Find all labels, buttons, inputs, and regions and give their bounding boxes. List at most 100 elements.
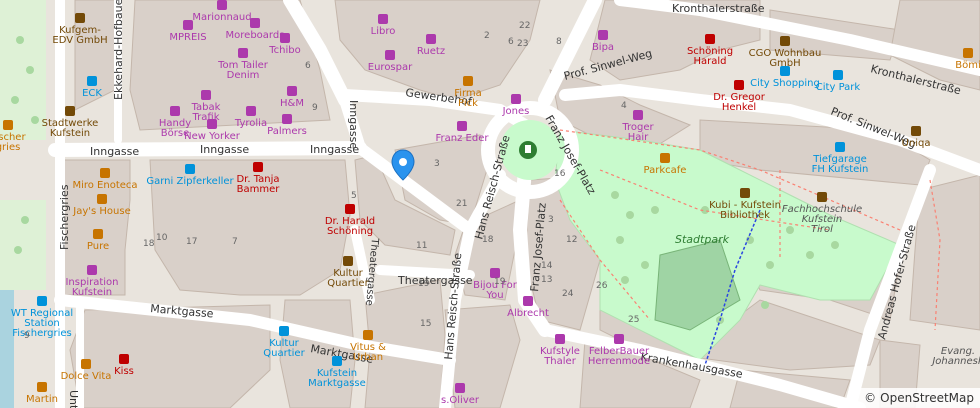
poi-label[interactable]: Dr. Tanja Bammer	[236, 174, 280, 195]
food-icon[interactable]	[81, 359, 91, 369]
shop-icon[interactable]	[201, 90, 211, 100]
shop-icon[interactable]	[170, 106, 180, 116]
poi-label[interactable]: Kufstyle Thaler	[540, 346, 580, 367]
shop-icon[interactable]	[457, 121, 467, 131]
poi-label[interactable]: Dolce Vita	[61, 371, 112, 382]
poi-label[interactable]: Firma Pick	[454, 88, 482, 109]
monument-icon-inner	[525, 145, 531, 153]
shop-icon[interactable]	[250, 18, 260, 28]
poi-label[interactable]: Jones	[502, 106, 530, 117]
amenity-icon[interactable]	[740, 188, 750, 198]
shop-icon[interactable]	[280, 33, 290, 43]
transport-icon[interactable]	[835, 142, 845, 152]
poi-label[interactable]: Bömi	[955, 60, 980, 71]
poi-label[interactable]: Kiss	[114, 366, 134, 377]
shop-icon[interactable]	[426, 34, 436, 44]
transport-icon[interactable]	[185, 164, 195, 174]
poi-label[interactable]: Vitus & Urban	[350, 342, 386, 363]
poi-label[interactable]: Marionnaud	[192, 12, 251, 23]
poi-label[interactable]: Miro Enoteca	[72, 180, 137, 191]
shop-icon[interactable]	[282, 114, 292, 124]
transport-icon[interactable]	[37, 296, 47, 306]
transport-icon[interactable]	[332, 356, 342, 366]
health-icon[interactable]	[253, 162, 263, 172]
attribution[interactable]: © OpenStreetMap	[858, 388, 980, 408]
shop-icon[interactable]	[633, 110, 643, 120]
poi-label[interactable]: Stadtpark	[675, 233, 730, 246]
poi-label[interactable]: City Park	[816, 82, 861, 93]
shop-icon[interactable]	[385, 50, 395, 60]
shop-icon[interactable]	[217, 0, 227, 10]
poi-label[interactable]: Bipa	[592, 42, 614, 53]
shop-icon[interactable]	[555, 334, 565, 344]
poi-label[interactable]: Martin	[26, 394, 58, 405]
poi-label[interactable]: Stadtwerke Kufstein	[42, 118, 99, 139]
poi-label[interactable]: H&M	[280, 98, 304, 109]
amenity-icon[interactable]	[780, 36, 790, 46]
poi-label[interactable]: Tyrolia	[234, 118, 267, 129]
amenity-icon[interactable]	[65, 106, 75, 116]
map-canvas[interactable]: Inngasse Inngasse Inngasse Inngasse Gewe…	[0, 0, 980, 408]
poi-label[interactable]: New Yorker	[184, 131, 241, 142]
transport-icon[interactable]	[279, 326, 289, 336]
food-icon[interactable]	[97, 194, 107, 204]
poi-label[interactable]: Franz Eder	[436, 133, 490, 144]
poi-label[interactable]: Dr. Harald Schöning	[325, 216, 375, 237]
food-icon[interactable]	[463, 76, 473, 86]
poi-label[interactable]: Uniqa	[902, 138, 931, 149]
food-icon[interactable]	[93, 229, 103, 239]
poi-label[interactable]: MPREIS	[169, 32, 206, 43]
amenity-icon[interactable]	[75, 13, 85, 23]
shop-icon[interactable]	[238, 48, 248, 58]
transport-icon[interactable]	[780, 66, 790, 76]
map-view[interactable]: Inngasse Inngasse Inngasse Inngasse Gewe…	[0, 0, 980, 408]
poi-label[interactable]: Parkcafe	[644, 165, 687, 176]
house-number: 15	[420, 319, 431, 329]
poi-label[interactable]: Tiefgarage FH Kufstein	[812, 154, 869, 175]
poi-label[interactable]: Kufgem-EDV GmbH	[52, 25, 107, 46]
amenity-icon[interactable]	[817, 192, 827, 202]
transport-icon[interactable]	[833, 70, 843, 80]
poi-label[interactable]: Libro	[371, 26, 396, 37]
poi-label[interactable]: Ruetz	[417, 46, 445, 57]
shop-icon[interactable]	[87, 265, 97, 275]
poi-label[interactable]: Tchibo	[268, 45, 301, 56]
poi-label[interactable]: Jay's House	[72, 206, 130, 217]
food-icon[interactable]	[963, 48, 973, 58]
poi-label[interactable]: Eurospar	[368, 62, 413, 73]
shop-icon[interactable]	[523, 296, 533, 306]
poi-label[interactable]: ECK	[82, 88, 102, 99]
shop-icon[interactable]	[183, 20, 193, 30]
osm-attribution-link[interactable]: OpenStreetMap	[880, 391, 974, 405]
shop-icon[interactable]	[511, 94, 521, 104]
amenity-icon[interactable]	[343, 256, 353, 266]
health-icon[interactable]	[705, 34, 715, 44]
amenity-icon[interactable]	[911, 126, 921, 136]
poi-label[interactable]: Pure	[87, 241, 109, 252]
transport-icon[interactable]	[87, 76, 97, 86]
poi-label[interactable]: Inspiration Kufstein	[65, 277, 118, 298]
poi-label[interactable]: s.Oliver	[441, 395, 480, 406]
poi-label[interactable]: City Shopping	[750, 78, 820, 89]
poi-label[interactable]: Moreboards	[226, 30, 285, 41]
poi-label[interactable]: Palmers	[267, 126, 307, 137]
shop-icon[interactable]	[207, 119, 217, 129]
shop-icon[interactable]	[246, 106, 256, 116]
food-icon[interactable]	[363, 330, 373, 340]
poi-label[interactable]: Albrecht	[507, 308, 549, 319]
health-icon[interactable]	[119, 354, 129, 364]
shop-icon[interactable]	[378, 14, 388, 24]
food-icon[interactable]	[660, 153, 670, 163]
shop-icon[interactable]	[598, 30, 608, 40]
poi-label[interactable]: Garni Zipferkeller	[146, 176, 234, 187]
health-icon[interactable]	[345, 204, 355, 214]
food-icon[interactable]	[100, 168, 110, 178]
shop-icon[interactable]	[455, 383, 465, 393]
shop-icon[interactable]	[614, 334, 624, 344]
poi-label[interactable]: Schöning Harald	[687, 46, 733, 67]
poi-label[interactable]: FelberBauer Herrenmode	[588, 346, 650, 367]
health-icon[interactable]	[734, 80, 744, 90]
food-icon[interactable]	[3, 120, 13, 130]
food-icon[interactable]	[37, 382, 47, 392]
shop-icon[interactable]	[287, 86, 297, 96]
